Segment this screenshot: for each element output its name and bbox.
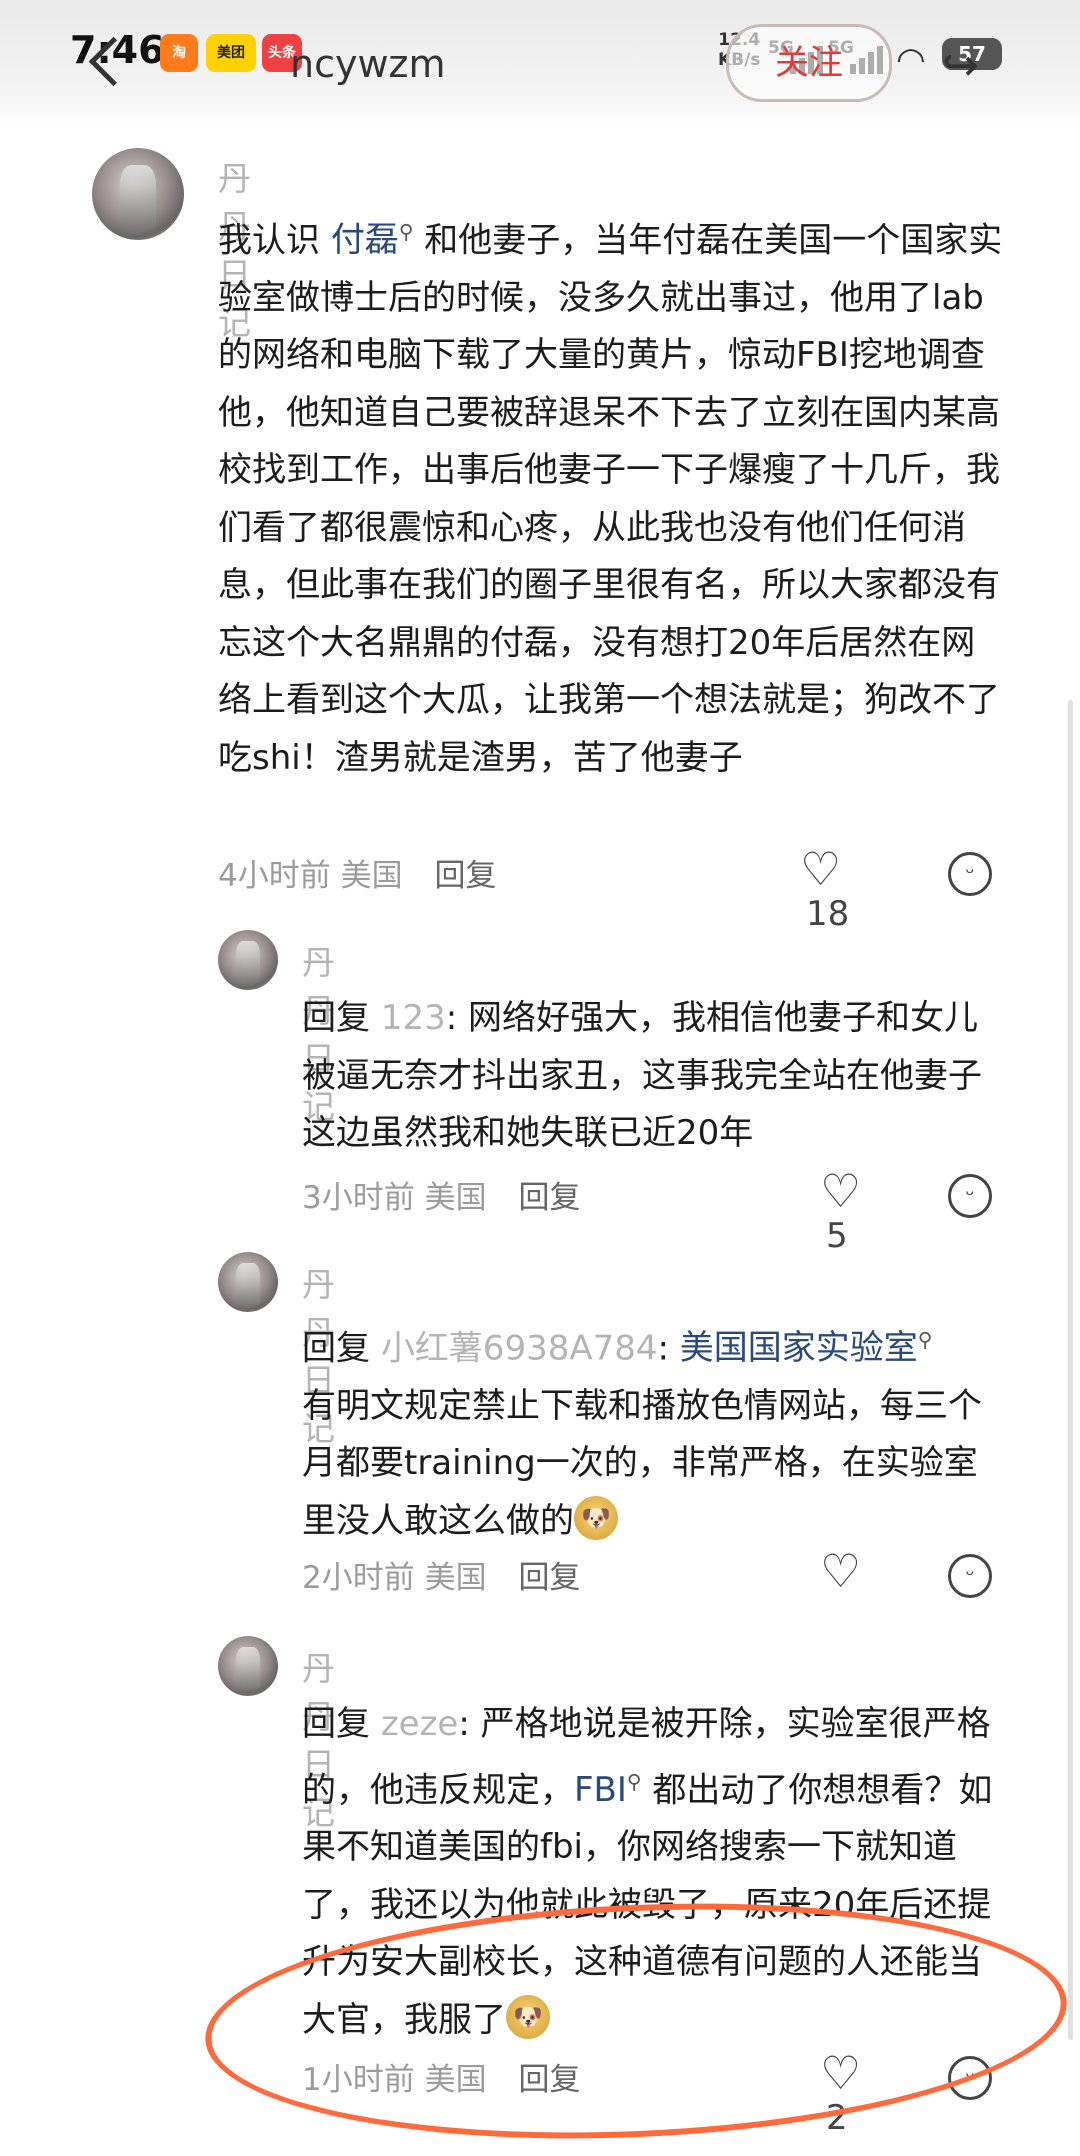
comment-time: 3小时前	[302, 1180, 415, 1216]
reply-prefix: 回复	[302, 998, 381, 1038]
dislike-face-icon[interactable]: ᵕ	[948, 852, 992, 896]
heart-icon: ♡	[820, 1164, 862, 1218]
comment-time: 4小时前	[218, 858, 331, 894]
scrollbar[interactable]	[1068, 700, 1073, 2040]
comment-text: 回复 小红薯6938A784: 美国国家实验室⚲ 有明文规定禁止下载和播放色情网站…	[302, 1312, 1002, 1550]
comment-text: 我认识 付磊⚲ 和他妻子，当年付磊在美国一个国家实验室做博士后的时候，没多久就出…	[218, 204, 1008, 787]
comment-text: 回复 123: 网络好强大，我相信他妻子和女儿被逼无奈才抖出家丑，这事我完全站在…	[302, 990, 1002, 1163]
comment-location: 美国	[424, 1560, 487, 1596]
dislike-face-icon[interactable]: ᵕ	[948, 1174, 992, 1218]
search-icon: ⚲	[398, 220, 414, 244]
comment-meta: 2小时前 美国 回复	[302, 1552, 580, 1597]
like-count: 5	[826, 1215, 848, 1256]
comment-meta: 3小时前 美国 回复	[302, 1172, 580, 1217]
avatar[interactable]	[218, 1636, 278, 1696]
like-button[interactable]: ♡18	[800, 846, 849, 934]
dog-emoji-icon: 🐶	[574, 1496, 618, 1541]
comment-text-part: 有明文规定禁止下载和播放色情网站，每三个月都要training一次的，非常严格，…	[302, 1385, 982, 1541]
reply-button[interactable]: 回复	[518, 1560, 580, 1596]
comment-meta: 4小时前 美国 回复	[218, 850, 496, 895]
reply-button[interactable]: 回复	[434, 858, 496, 894]
comment-text-part: 我认识	[218, 220, 331, 261]
taobao-app-icon: 淘	[160, 34, 198, 72]
share-icon[interactable]: ↪	[942, 40, 979, 91]
like-button[interactable]: ♡	[820, 1548, 867, 1594]
avatar[interactable]	[92, 148, 184, 240]
avatar[interactable]	[218, 1252, 278, 1312]
reply-prefix: 回复	[302, 1328, 381, 1369]
author-username[interactable]: ncywzm	[290, 42, 446, 86]
comment-text-part: 和他妻子，当年付磊在美国一个国家实验室做博士后的时候，没多久就出事过，他用了la…	[218, 220, 1003, 778]
search-icon: ⚲	[917, 1328, 933, 1352]
meituan-app-icon: 美团	[206, 34, 256, 72]
comment-text-part: :	[657, 1328, 680, 1369]
reply-button[interactable]: 回复	[518, 1180, 580, 1216]
comment-location: 美国	[340, 858, 403, 894]
reply-prefix: 回复	[302, 1704, 381, 1744]
heart-icon: ♡	[800, 842, 842, 896]
reply-to-user[interactable]: 123	[381, 998, 446, 1038]
keyword-link[interactable]: 付磊⚲	[331, 220, 414, 260]
follow-button[interactable]: 关注	[726, 24, 892, 102]
comment-location: 美国	[424, 1180, 487, 1216]
keyword-text: 付磊	[330, 220, 399, 261]
reply-to-user[interactable]: 小红薯6938A784	[381, 1328, 658, 1368]
search-icon: ⚲	[626, 1769, 642, 1794]
heart-icon: ♡	[820, 1544, 862, 1598]
comment-time: 2小时前	[302, 1560, 415, 1596]
reply-to-user[interactable]: zeze	[381, 1704, 459, 1744]
like-button[interactable]: ♡5	[820, 1168, 861, 1256]
wifi-icon: ◠	[896, 40, 926, 80]
like-count: 18	[806, 893, 850, 934]
keyword-link[interactable]: FBI⚲	[574, 1770, 642, 1810]
keyword-text: FBI	[574, 1769, 627, 1810]
keyword-text: 美国国家实验室	[679, 1328, 918, 1369]
avatar[interactable]	[218, 930, 278, 990]
dislike-face-icon[interactable]: ᵕ	[948, 1554, 992, 1598]
status-bar: 7:46 淘 美团 头条 ncywzm 12.4 KB/s 5G 5G ◠ 57…	[0, 0, 1080, 130]
keyword-link[interactable]: 美国国家实验室⚲	[680, 1328, 933, 1368]
